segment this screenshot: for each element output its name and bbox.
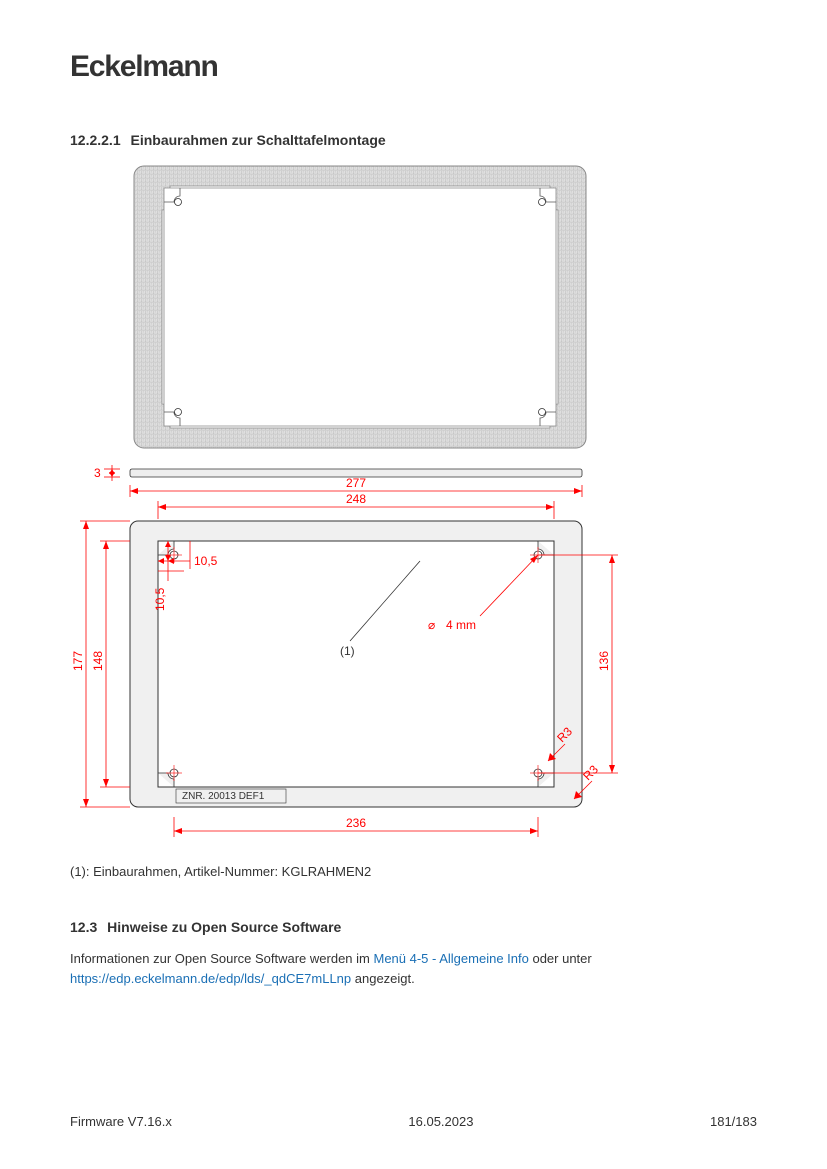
drawing-part-number: ZNR. 20013 DEF1 bbox=[182, 791, 265, 802]
dim-right-height: 136 bbox=[597, 651, 611, 671]
figure-rendering bbox=[130, 162, 757, 455]
drawing-ref-label: (1) bbox=[340, 644, 355, 658]
dim-hole-offset-y: 10,5 bbox=[153, 587, 167, 611]
text-pre: Informationen zur Open Source Software w… bbox=[70, 951, 373, 966]
dim-bottom-width: 236 bbox=[346, 816, 366, 830]
section-number: 12.2.2.1 bbox=[70, 132, 121, 148]
section-title: Einbaurahmen zur Schalttafelmontage bbox=[131, 132, 386, 148]
dim-inner-height: 148 bbox=[91, 651, 105, 671]
dim-outer-width: 277 bbox=[346, 476, 366, 490]
dim-hole-dia: 4 mm bbox=[446, 618, 476, 632]
section-heading-2: 12.3 Hinweise zu Open Source Software bbox=[70, 919, 757, 935]
link-menu[interactable]: Menü 4-5 - Allgemeine Info bbox=[373, 951, 528, 966]
link-edp[interactable]: https://edp.eckelmann.de/edp/lds/_qdCE7m… bbox=[70, 971, 351, 986]
section2-title: Hinweise zu Open Source Software bbox=[107, 919, 341, 935]
dim-hole-dia-symbol: ⌀ bbox=[428, 618, 435, 632]
dim-inner-width: 248 bbox=[346, 492, 366, 506]
text-post: angezeigt. bbox=[351, 971, 415, 986]
brand-logo: Eckelmann bbox=[70, 50, 757, 84]
footer-center: 16.05.2023 bbox=[408, 1114, 473, 1129]
footer-right: 181/183 bbox=[710, 1114, 757, 1129]
dim-outer-height: 177 bbox=[71, 651, 85, 671]
dim-hole-offset-x: 10,5 bbox=[194, 554, 218, 568]
dim-thickness: 3 bbox=[94, 466, 101, 480]
figure-caption: (1): Einbaurahmen, Artikel-Nummer: KGLRA… bbox=[70, 864, 757, 879]
section2-paragraph: Informationen zur Open Source Software w… bbox=[70, 949, 757, 988]
footer-left: Firmware V7.16.x bbox=[70, 1114, 172, 1129]
section-heading-1: 12.2.2.1 Einbaurahmen zur Schalttafelmon… bbox=[70, 132, 757, 148]
section2-number: 12.3 bbox=[70, 919, 97, 935]
figure-dimensioned: 3 277 248 bbox=[70, 461, 757, 864]
text-mid: oder unter bbox=[529, 951, 592, 966]
